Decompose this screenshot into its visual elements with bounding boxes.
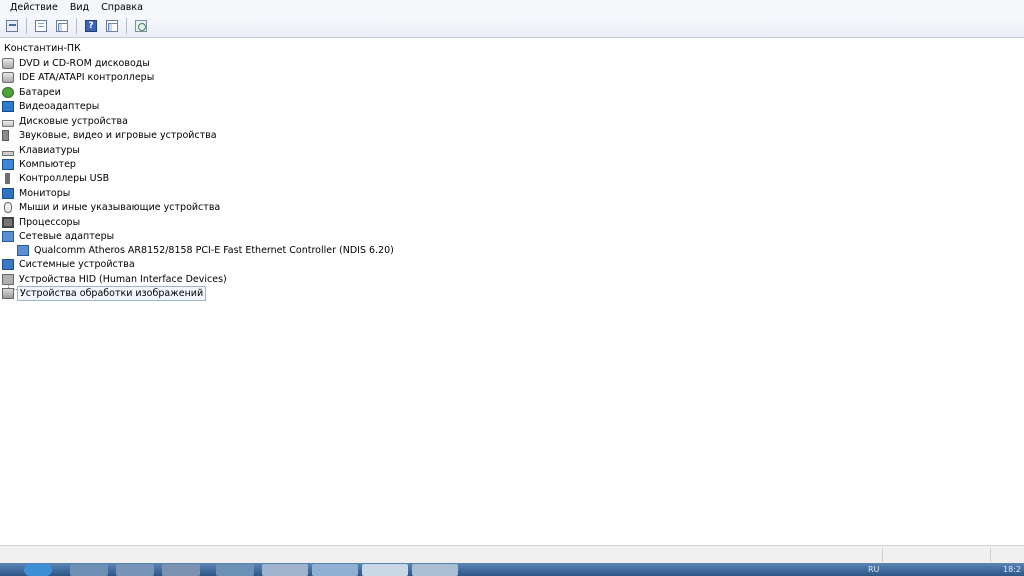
tree-item-ethernet-controller[interactable]: Qualcomm Atheros AR8152/8158 PCI-E Fast … xyxy=(17,243,396,257)
tree-item-imaging[interactable]: Устройства обработки изображений xyxy=(2,285,207,301)
tree-item-label: Дисковые устройства xyxy=(19,115,128,127)
menu-help[interactable]: Справка xyxy=(95,1,149,15)
tree-item-computer[interactable]: Компьютер xyxy=(2,157,78,171)
tree-item-label: Мыши и иные указывающие устройства xyxy=(19,201,221,213)
tree-root-label: Константин-ПК xyxy=(4,42,81,54)
tree-item-label: Мониторы xyxy=(19,187,71,199)
tree-item-label: Процессоры xyxy=(19,216,81,228)
tree-item-label: Контроллеры USB xyxy=(19,172,110,184)
tree-item-label: Системные устройства xyxy=(19,258,135,270)
tree-item-sound[interactable]: Звуковые, видео и игровые устройства xyxy=(2,128,219,142)
taskbar-app-browser[interactable] xyxy=(262,564,308,576)
imaging-device-icon xyxy=(2,287,14,299)
tree-item-label: IDE ATA/ATAPI контроллеры xyxy=(19,71,155,83)
dvd-drive-icon xyxy=(2,57,14,69)
properties-icon xyxy=(35,20,47,32)
tree-item-keyboards[interactable]: Клавиатуры xyxy=(2,143,82,157)
keyboard-icon xyxy=(2,150,14,156)
help-button[interactable]: ? xyxy=(81,17,101,36)
status-separator xyxy=(990,548,991,562)
ide-controller-icon xyxy=(2,71,14,83)
menu-action[interactable]: Действие xyxy=(4,1,64,15)
toolbar-separator xyxy=(126,18,127,34)
tree-item-label: Батареи xyxy=(19,86,61,98)
tree-item-video[interactable]: Видеоадаптеры xyxy=(2,99,101,113)
tree-item-processors[interactable]: Процессоры xyxy=(2,215,82,229)
language-indicator[interactable]: RU xyxy=(868,565,879,574)
tree-item-label: Звуковые, видео и игровые устройства xyxy=(19,129,217,141)
disk-drive-icon xyxy=(2,119,14,127)
status-separator xyxy=(882,548,883,562)
taskbar-app-device-manager[interactable] xyxy=(362,564,408,576)
menu-bar: Действие Вид Справка xyxy=(0,0,1024,15)
toolbar: ? xyxy=(0,15,1024,38)
taskbar-app[interactable] xyxy=(162,564,200,576)
device-view-button[interactable] xyxy=(52,17,72,36)
tree-item-label: Qualcomm Atheros AR8152/8158 PCI-E Fast … xyxy=(34,244,394,256)
scan-hardware-button[interactable] xyxy=(131,17,151,36)
menu-view[interactable]: Вид xyxy=(64,1,95,15)
tree-item-hid[interactable]: Устройства HID (Human Interface Devices) xyxy=(2,272,229,286)
taskbar-app-office[interactable] xyxy=(412,564,458,576)
toolbar-separator xyxy=(26,18,27,34)
taskbar-app[interactable] xyxy=(312,564,358,576)
tree-item-monitors[interactable]: Мониторы xyxy=(2,186,72,200)
tree-item-batteries[interactable]: Батареи xyxy=(2,85,63,99)
network-adapter-icon xyxy=(17,244,29,256)
tree-item-label: DVD и CD-ROM дисководы xyxy=(19,57,150,69)
processor-icon xyxy=(2,216,14,228)
back-icon xyxy=(6,20,18,32)
back-button[interactable] xyxy=(2,17,22,36)
tree-item-system[interactable]: Системные устройства xyxy=(2,257,137,271)
device-tree: Константин-ПК DVD и CD-ROM дисководы IDE… xyxy=(0,40,1024,545)
tree-item-label: Устройства HID (Human Interface Devices) xyxy=(19,273,227,285)
taskbar-app-explorer[interactable] xyxy=(70,564,108,576)
tree-item-ide[interactable]: IDE ATA/ATAPI контроллеры xyxy=(2,70,156,84)
hid-icon xyxy=(2,273,14,285)
taskbar: RU 18:2 xyxy=(0,563,1024,576)
tree-item-label: Устройства обработки изображений xyxy=(17,285,207,301)
tree-root[interactable]: Константин-ПК xyxy=(2,41,83,55)
mouse-icon xyxy=(4,201,12,213)
network-adapter-icon xyxy=(2,230,14,242)
tree-item-dvd[interactable]: DVD и CD-ROM дисководы xyxy=(2,56,152,70)
tree-item-mice[interactable]: Мыши и иные указывающие устройства xyxy=(2,200,222,214)
view-options-icon xyxy=(106,20,118,32)
status-bar xyxy=(0,545,1024,563)
taskbar-app[interactable] xyxy=(216,564,254,576)
device-view-icon xyxy=(56,20,68,32)
speaker-icon xyxy=(2,129,9,141)
help-icon: ? xyxy=(85,20,97,32)
taskbar-app[interactable] xyxy=(116,564,154,576)
tree-item-usb[interactable]: Контроллеры USB xyxy=(2,171,111,185)
tree-item-network[interactable]: Сетевые адаптеры xyxy=(2,229,116,243)
computer-icon xyxy=(2,158,14,170)
usb-icon xyxy=(5,172,10,184)
battery-icon xyxy=(2,86,14,98)
clock[interactable]: 18:2 xyxy=(1003,565,1021,574)
monitor-icon xyxy=(2,187,14,199)
scan-hardware-icon xyxy=(135,20,147,32)
tree-item-label: Клавиатуры xyxy=(19,144,80,156)
properties-button[interactable] xyxy=(31,17,51,36)
system-device-icon xyxy=(2,258,14,270)
tree-item-label: Сетевые адаптеры xyxy=(19,230,115,242)
tree-item-label: Видеоадаптеры xyxy=(19,100,100,112)
start-button[interactable] xyxy=(24,564,52,576)
video-adapter-icon xyxy=(2,100,14,112)
tree-item-disks[interactable]: Дисковые устройства xyxy=(2,114,130,128)
view-options-button[interactable] xyxy=(102,17,122,36)
toolbar-separator xyxy=(76,18,77,34)
tree-item-label: Компьютер xyxy=(19,158,76,170)
